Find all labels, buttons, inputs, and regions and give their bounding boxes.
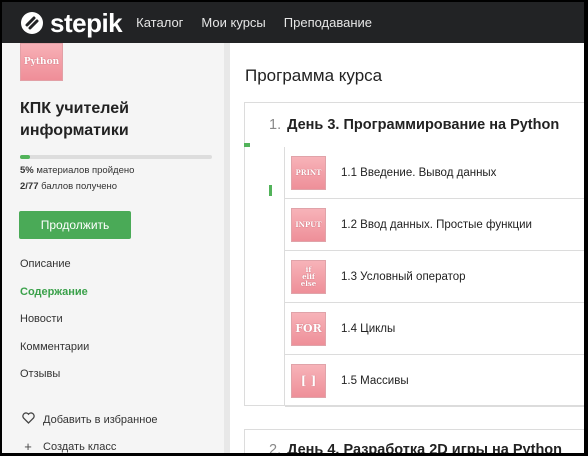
nav-my-courses[interactable]: Мои курсы	[201, 15, 265, 30]
lesson-1-4-title: 1.4 Циклы	[341, 322, 396, 335]
lesson-1-2-cover: INPUT	[291, 207, 326, 242]
lesson-progress-marker	[269, 185, 272, 196]
course-cover-label: Python	[23, 57, 60, 67]
materials-stat: 5% материалов пройдено	[20, 165, 134, 176]
sidebar-link-comments[interactable]: Комментарии	[20, 341, 89, 353]
sidebar-link-contents[interactable]: Содержание	[20, 286, 88, 298]
nav-catalog[interactable]: Каталог	[136, 15, 183, 30]
top-navbar: stepik Каталог Мои курсы Преподавание	[2, 2, 584, 43]
sidebar-link-description[interactable]: Описание	[20, 258, 71, 270]
lesson-1-4-cover: FOR	[291, 311, 326, 346]
lesson-1-5[interactable]: [ ] 1.5 Массивы	[285, 355, 584, 407]
section-2-number: 2.	[269, 442, 282, 453]
lesson-1-1[interactable]: PRINT 1.1 Введение. Вывод данных	[285, 147, 584, 199]
plus-icon: +	[24, 439, 32, 453]
course-syllabus: Программа курса 1. День 3. Программирова…	[230, 43, 584, 453]
main-nav: Каталог Мои курсы Преподавание	[136, 15, 390, 30]
brand-name: stepik	[50, 7, 123, 38]
sidebar-link-news[interactable]: Новости	[20, 313, 63, 325]
points-stat: 2/77 баллов получено	[20, 181, 117, 192]
section-1-number: 1.	[269, 117, 282, 133]
lesson-1-3-title: 1.3 Условный оператор	[341, 270, 466, 283]
app-window: stepik Каталог Мои курсы Преподавание Py…	[2, 2, 584, 453]
sidebar-link-reviews[interactable]: Отзывы	[20, 368, 60, 380]
section-progress-marker	[244, 143, 250, 147]
section-1-title: День 3. Программирование на Python	[287, 117, 560, 133]
course-cover-image[interactable]: Python	[20, 43, 63, 81]
create-class-button[interactable]: + Создать класс	[20, 439, 116, 453]
add-to-favorites-button[interactable]: Добавить в избранное	[20, 412, 158, 427]
lesson-1-1-title: 1.1 Введение. Вывод данных	[341, 166, 497, 179]
stepik-logo-icon	[21, 11, 43, 34]
continue-button[interactable]: Продолжить	[19, 211, 131, 239]
course-progress-fill	[20, 155, 30, 159]
lesson-1-5-title: 1.5 Массивы	[341, 374, 409, 387]
lesson-1-5-cover: [ ]	[291, 363, 326, 398]
points-stat-text: баллов получено	[41, 181, 118, 192]
course-title[interactable]: КПК учителей информатики	[20, 98, 210, 142]
stepik-logo[interactable]: stepik	[20, 7, 123, 38]
points-stat-value: 2/77	[20, 181, 39, 192]
lesson-1-1-cover: PRINT	[291, 155, 326, 190]
page-title: Программа курса	[245, 66, 383, 85]
lesson-1-2[interactable]: INPUT 1.2 Ввод данных. Простые функции	[285, 199, 584, 251]
lesson-1-3[interactable]: if elif else 1.3 Условный оператор	[285, 251, 584, 303]
heart-icon	[20, 412, 36, 427]
nav-teaching[interactable]: Преподавание	[284, 15, 372, 30]
create-class-label: Создать класс	[43, 440, 117, 453]
section-2-header[interactable]: 2. День 4. Разработка 2D игры на Python	[245, 430, 584, 453]
materials-stat-value: 5%	[20, 165, 34, 176]
lesson-1-2-title: 1.2 Ввод данных. Простые функции	[341, 218, 532, 231]
lesson-1-4[interactable]: FOR 1.4 Циклы	[285, 303, 584, 355]
section-1: 1. День 3. Программирование на Python PR…	[244, 102, 584, 407]
materials-stat-text: материалов пройдено	[36, 165, 135, 176]
course-progress-bar	[20, 155, 212, 159]
course-sidebar: Python КПК учителей информатики 5% матер…	[2, 43, 230, 453]
section-2-title: День 4. Разработка 2D игры на Python	[287, 442, 563, 453]
add-to-favorites-label: Добавить в избранное	[43, 413, 158, 426]
section-1-header[interactable]: 1. День 3. Программирование на Python	[245, 103, 584, 147]
section-2: 2. День 4. Разработка 2D игры на Python	[244, 429, 584, 453]
lesson-1-3-cover: if elif else	[291, 259, 326, 294]
